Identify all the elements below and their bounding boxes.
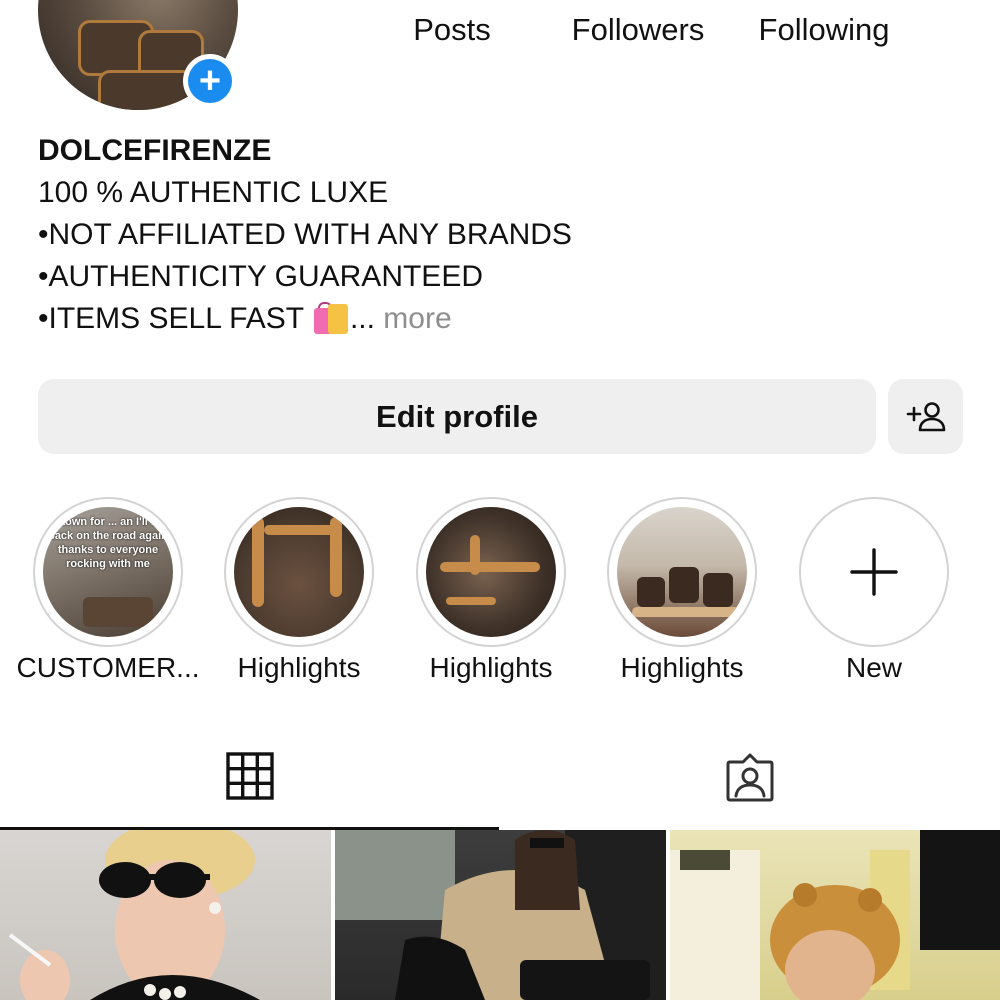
plus-icon: +	[188, 59, 232, 103]
shopping-bags-icon	[312, 300, 350, 334]
highlight-label: Highlights	[620, 652, 744, 683]
bio-line: 100 % AUTHENTIC LUXE	[38, 176, 389, 209]
highlight-cover-text: ...town for ... an I'll be back on the r…	[48, 516, 168, 570]
tab-posts-grid[interactable]	[0, 740, 499, 830]
highlight-label: Highlights	[237, 652, 361, 683]
highlight-label: Highlights	[429, 652, 553, 683]
avatar-bag	[98, 70, 194, 110]
post-thumbnail[interactable]	[335, 830, 666, 1000]
bio-line: •ITEMS SELL FAST	[38, 302, 304, 335]
post-image	[335, 830, 666, 1000]
bio-line-last: •ITEMS SELL FAST ... more	[38, 298, 572, 340]
profile-name: DOLCEFIRENZE	[38, 134, 272, 167]
bio-line: •NOT AFFILIATED WITH ANY BRANDS	[38, 218, 572, 251]
edit-profile-button[interactable]: Edit profile	[38, 379, 876, 454]
new-highlight-button[interactable]: New	[799, 497, 949, 683]
highlight-2[interactable]: Highlights	[224, 497, 374, 683]
highlight-3[interactable]: Highlights	[416, 497, 566, 683]
highlight-ring	[607, 497, 757, 647]
bio-line: •AUTHENTICITY GUARANTEED	[38, 260, 483, 293]
highlight-cover	[617, 507, 747, 637]
highlight-label: New	[845, 652, 902, 683]
post-image	[670, 830, 1000, 1000]
highlight-ring	[416, 497, 566, 647]
highlight-cover	[426, 507, 556, 637]
posts-label: Posts	[413, 12, 491, 47]
tagged-person-icon	[726, 753, 774, 802]
highlight-ring	[799, 497, 949, 647]
add-story-button[interactable]: +	[183, 54, 237, 108]
bio-ellipsis: ...	[349, 302, 375, 335]
highlight-ring: ...town for ... an I'll be back on the r…	[33, 497, 183, 647]
tab-tagged[interactable]	[500, 740, 1000, 830]
highlight-4[interactable]: Highlights	[607, 497, 757, 683]
post-image	[8, 830, 260, 1000]
bio-more-link[interactable]: more	[383, 302, 451, 335]
discover-people-button[interactable]	[888, 379, 963, 454]
profile-bio: DOLCEFIRENZE 100 % AUTHENTIC LUXE •NOT A…	[38, 130, 572, 340]
plus-icon	[801, 499, 947, 645]
following-label: Following	[758, 12, 890, 47]
post-thumbnail[interactable]	[0, 830, 331, 1000]
highlight-ring	[224, 497, 374, 647]
followers-label: Followers	[571, 12, 705, 47]
post-thumbnail[interactable]	[670, 830, 1000, 1000]
add-person-icon	[906, 401, 945, 431]
highlight-label: CUSTOMER...	[16, 652, 200, 683]
highlight-cover: ...town for ... an I'll be back on the r…	[43, 507, 173, 637]
highlight-cover	[234, 507, 364, 637]
highlight-customer[interactable]: ...town for ... an I'll be back on the r…	[16, 497, 200, 683]
grid-icon	[225, 752, 274, 800]
